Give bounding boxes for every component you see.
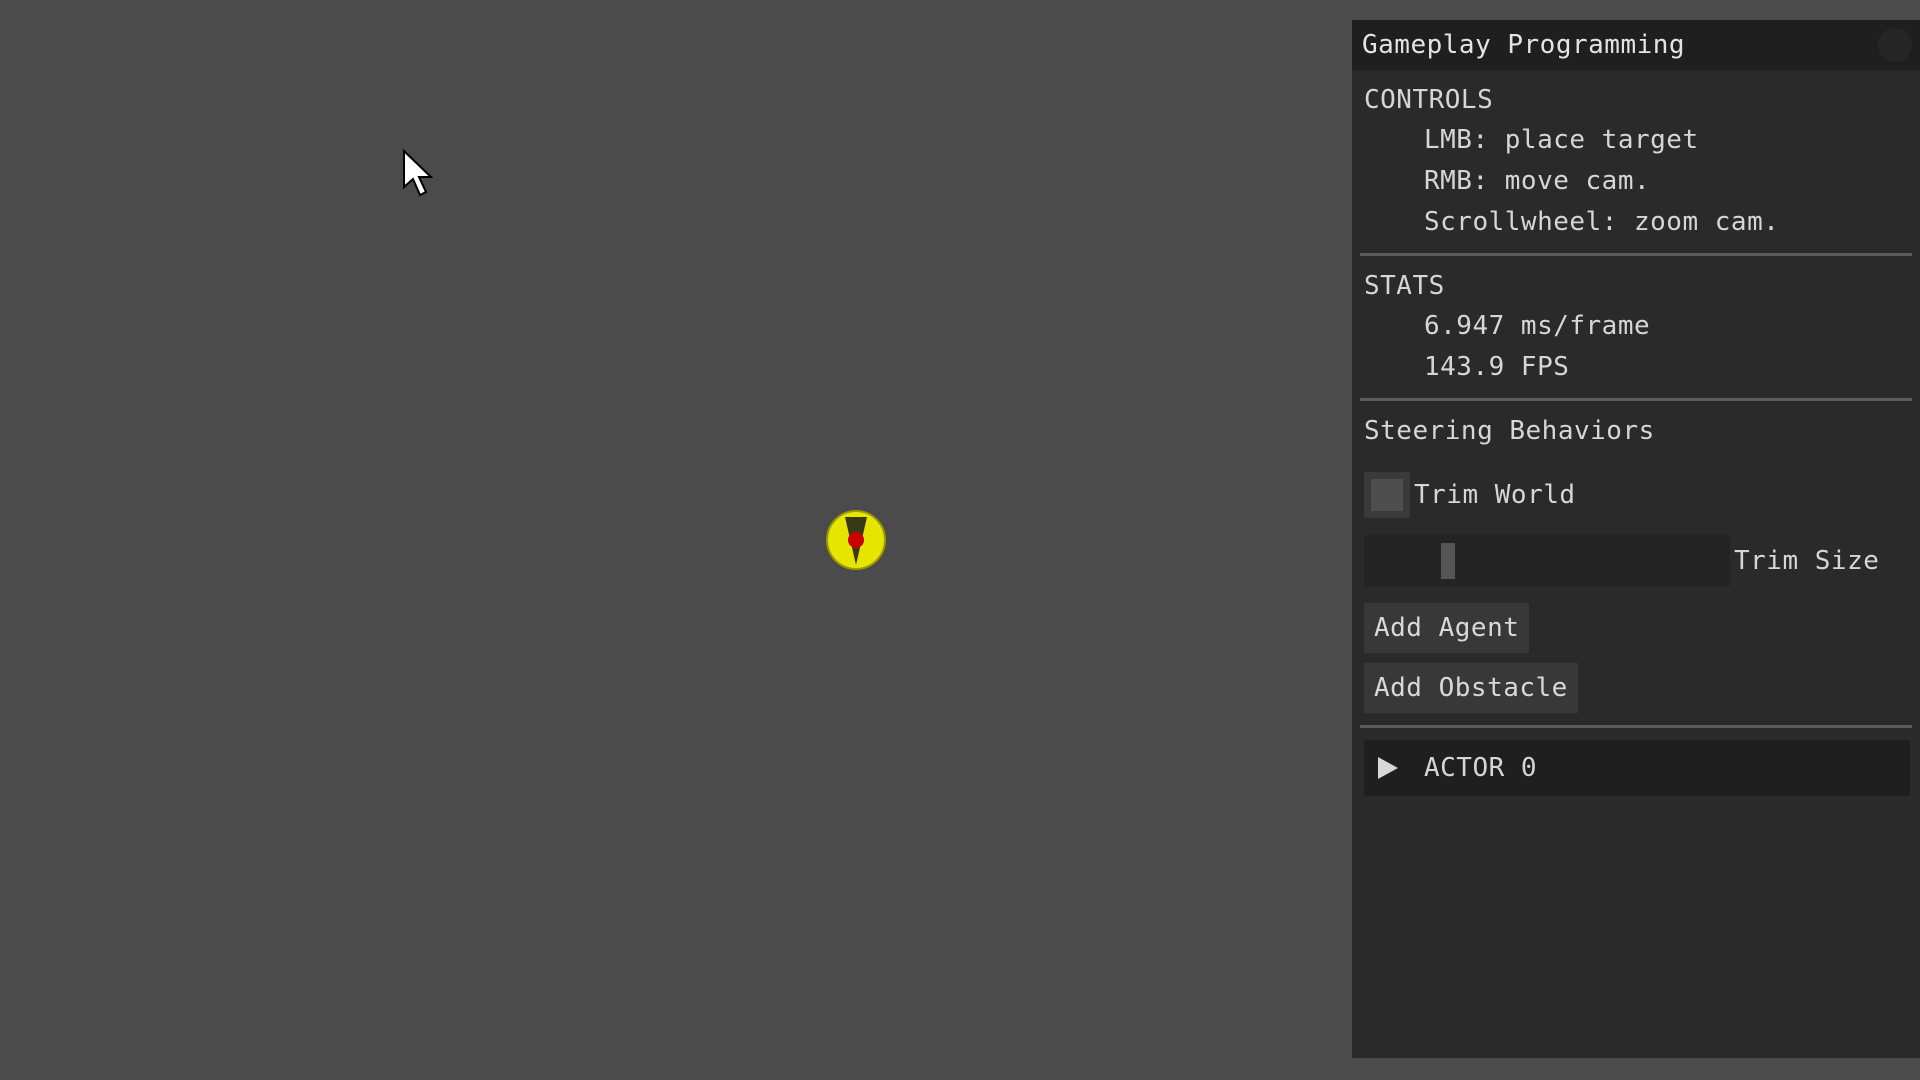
separator <box>1360 253 1912 256</box>
controls-heading: CONTROLS <box>1364 85 1494 115</box>
trim-size-row: Trim Size <box>1364 535 1908 587</box>
control-line-scroll: Scrollwheel: zoom cam. <box>1424 207 1780 237</box>
add-obstacle-button[interactable]: Add Obstacle <box>1364 663 1578 713</box>
separator <box>1360 398 1912 401</box>
fps-value: 143.9 FPS <box>1424 352 1570 382</box>
controls-section: CONTROLS LMB: place target RMB: move cam… <box>1352 80 1920 243</box>
trim-world-row: Trim World <box>1364 469 1908 521</box>
collapse-icon[interactable] <box>1878 28 1912 62</box>
game-viewport[interactable]: Gameplay Programming CONTROLS LMB: place… <box>0 0 1920 1080</box>
agent <box>826 510 886 570</box>
control-line-rmb: RMB: move cam. <box>1424 166 1651 196</box>
trim-size-slider[interactable] <box>1364 535 1730 587</box>
expand-arrow-icon[interactable] <box>1378 757 1398 779</box>
stats-section: STATS 6.947 ms/frame 143.9 FPS <box>1352 266 1920 388</box>
actor-label: ACTOR 0 <box>1424 753 1538 783</box>
trim-world-checkbox[interactable] <box>1364 472 1410 518</box>
actor-tree-node[interactable]: ACTOR 0 <box>1364 740 1910 796</box>
separator <box>1360 725 1912 728</box>
panel-title-bar[interactable]: Gameplay Programming <box>1352 20 1920 70</box>
control-line-lmb: LMB: place target <box>1424 125 1699 155</box>
stats-heading: STATS <box>1364 271 1445 301</box>
trim-world-label: Trim World <box>1414 480 1576 510</box>
trim-size-slider-handle[interactable] <box>1441 543 1455 579</box>
trim-size-label: Trim Size <box>1734 546 1880 576</box>
mouse-cursor-icon <box>403 149 434 197</box>
panel-title: Gameplay Programming <box>1362 30 1686 60</box>
frame-time: 6.947 ms/frame <box>1424 311 1651 341</box>
add-agent-button[interactable]: Add Agent <box>1364 603 1530 653</box>
steering-section: Steering Behaviors Trim World Trim Size … <box>1352 411 1920 713</box>
debug-panel: Gameplay Programming CONTROLS LMB: place… <box>1352 20 1920 1058</box>
steering-heading: Steering Behaviors <box>1364 416 1655 446</box>
